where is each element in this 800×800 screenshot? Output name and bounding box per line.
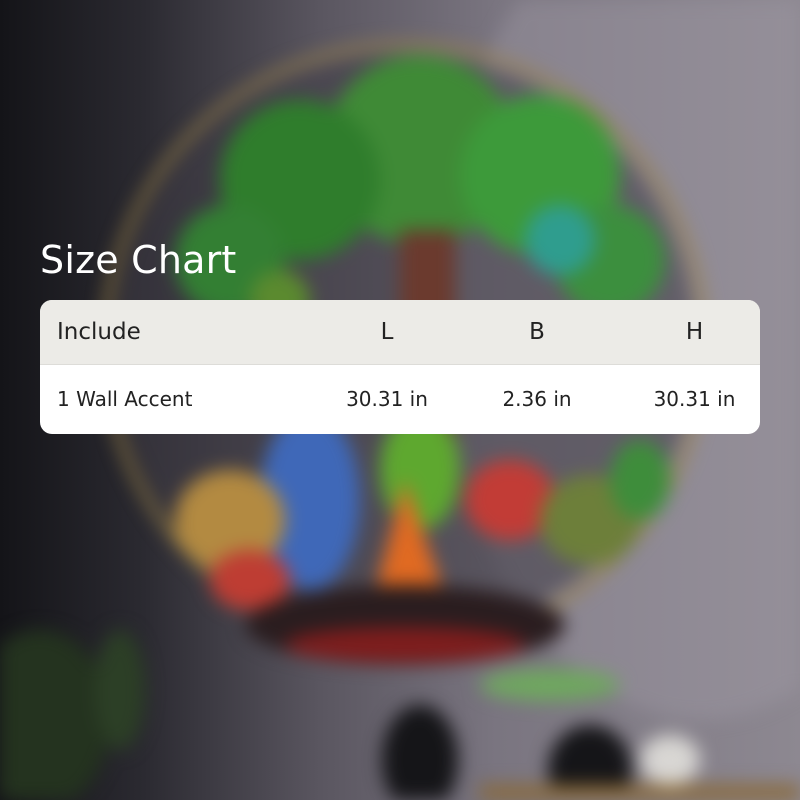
column-header-length: L (312, 300, 462, 365)
size-chart-table-card: Include L B H 1 Wall Accent 30.31 in 2.3… (40, 300, 760, 434)
page-title: Size Chart (40, 238, 237, 282)
column-header-height: H (612, 300, 760, 365)
column-header-include: Include (40, 300, 312, 365)
table-header-row: Include L B H (40, 300, 760, 365)
cell-height: 30.31 in (653, 387, 736, 412)
cell-length: 30.31 in (346, 387, 428, 412)
size-chart-table: Include L B H 1 Wall Accent 30.31 in 2.3… (40, 300, 760, 434)
table-row: 1 Wall Accent 30.31 in 2.36 in 30.31 in (40, 364, 760, 434)
cell-breadth: 2.36 in (502, 387, 572, 412)
product-size-chart-image: Size Chart Include L B H 1 Wall Accent 3… (0, 0, 800, 800)
column-header-breadth: B (462, 300, 612, 365)
cell-include: 1 Wall Accent (57, 387, 193, 412)
